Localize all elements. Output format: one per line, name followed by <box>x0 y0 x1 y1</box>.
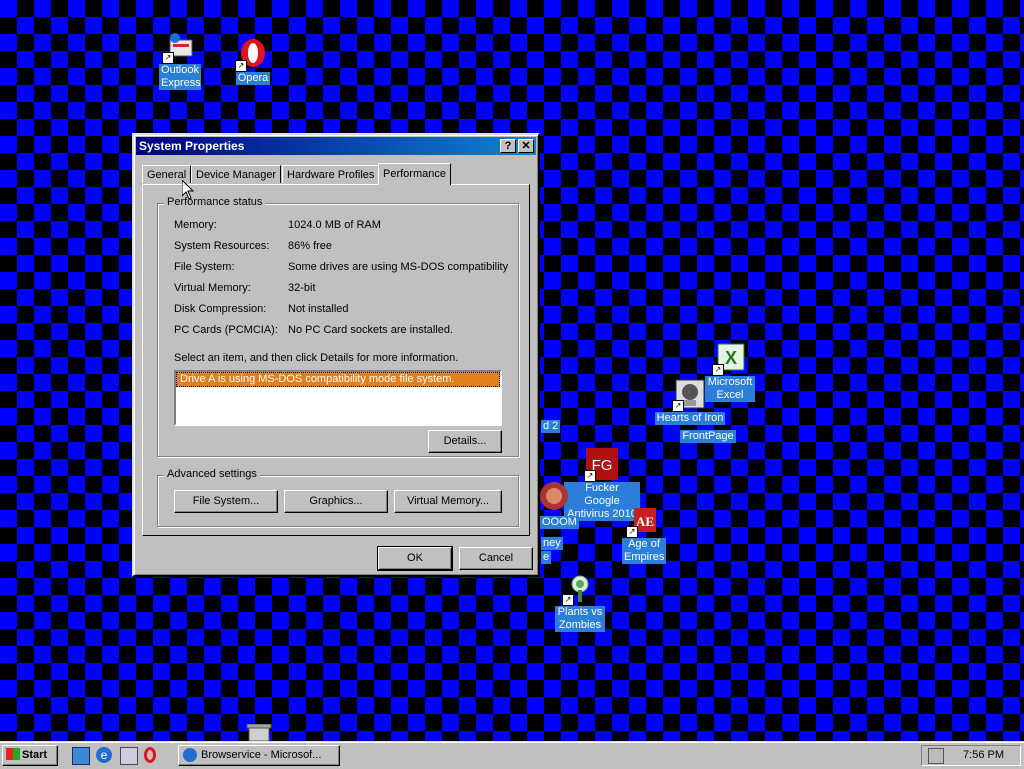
shortcut-arrow-icon: ↗ <box>712 364 724 376</box>
opera-icon[interactable] <box>144 747 156 763</box>
desktop-icon-label: Opera <box>235 72 271 85</box>
cancel-button[interactable]: Cancel <box>459 547 533 570</box>
system-tray: 7:56 PM <box>921 745 1021 766</box>
status-value: 32-bit <box>288 282 316 294</box>
desktop-icon-age-of-empires[interactable]: AE ↗ Age of Empires <box>604 504 684 564</box>
clock[interactable]: 7:56 PM <box>963 746 1004 765</box>
performance-status-group: Performance status Memory: 1024.0 MB of … <box>157 196 519 457</box>
task-label: Browservice - Microsof... <box>201 749 322 761</box>
status-value: No PC Card sockets are installed. <box>288 324 454 336</box>
tab-device-manager[interactable]: Device Manager <box>191 165 282 183</box>
plants-vs-zombies-icon: ↗ <box>562 572 596 606</box>
shortcut-arrow-icon: ↗ <box>626 526 638 538</box>
file-system-button[interactable]: File System... <box>174 490 278 513</box>
hearts-of-iron-icon: ↗ <box>672 378 706 412</box>
list-item[interactable]: Drive A is using MS-DOS compatibility mo… <box>176 372 500 387</box>
start-label: Start <box>22 749 48 761</box>
desktop-icon-plants-vs-zombies[interactable]: ↗ Plants vs Zombies <box>540 572 620 632</box>
desktop-icon-frontpage[interactable]: FrontPage <box>668 410 748 443</box>
performance-panel: Performance status Memory: 1024.0 MB of … <box>142 184 530 536</box>
status-key: File System: <box>174 261 235 273</box>
close-button[interactable]: ✕ <box>518 139 534 153</box>
desktop-icon-label: OOOM <box>540 516 579 529</box>
status-value: Not installed <box>288 303 349 315</box>
instruction-text: Select an item, and then click Details f… <box>174 352 458 364</box>
status-value: 86% free <box>288 240 333 252</box>
recycle-bin-icon[interactable] <box>246 723 272 742</box>
outlook-icon[interactable] <box>120 747 138 765</box>
status-key: Disk Compression: <box>174 303 267 315</box>
help-button[interactable]: ? <box>500 139 516 153</box>
instruction-label: Select an item, and then click Details f… <box>174 352 459 364</box>
status-value: 1024.0 MB of RAM <box>288 219 381 231</box>
desktop-icon-outlook-express[interactable]: ↗ Outlook Express <box>140 30 220 90</box>
taskbar: Start e Browservice - Microsof... 7:56 P… <box>0 741 1024 769</box>
outlook-express-icon: ↗ <box>162 30 196 64</box>
svg-text:X: X <box>725 348 737 368</box>
excel-icon: X ↗ <box>712 342 746 376</box>
shortcut-arrow-icon: ↗ <box>562 594 574 606</box>
desktop-partial-label: e <box>541 551 552 564</box>
virtual-memory-button[interactable]: Virtual Memory... <box>394 490 502 513</box>
desktop-icon-opera[interactable]: ↗ Opera <box>213 38 293 85</box>
status-value: Some drives are using MS-DOS compatibili… <box>288 261 509 273</box>
graphics-button[interactable]: Graphics... <box>284 490 388 513</box>
antivirus-icon: FG ↗ <box>584 448 618 482</box>
shortcut-arrow-icon: ↗ <box>235 60 247 72</box>
task-button-browservice[interactable]: Browservice - Microsof... <box>178 745 340 766</box>
frontpage-icon <box>692 410 724 428</box>
status-key: Memory: <box>174 219 217 231</box>
opera-icon: ↗ <box>235 38 269 72</box>
mouse-pointer-icon <box>181 178 195 203</box>
tab-performance[interactable]: Performance <box>378 163 451 185</box>
age-of-empires-icon: AE ↗ <box>626 504 660 538</box>
desktop-icon-label: Outlook Express <box>159 64 201 90</box>
windows-logo-icon <box>6 748 20 760</box>
desktop-partial-label: ney <box>541 537 563 550</box>
start-button[interactable]: Start <box>2 745 58 766</box>
group-label: Advanced settings <box>164 468 260 480</box>
svg-text:AE: AE <box>636 514 654 529</box>
status-key: PC Cards (PCMCIA): <box>174 324 278 336</box>
advanced-settings-group: Advanced settings File System... Graphic… <box>157 468 519 527</box>
group-label: Performance status <box>164 196 266 208</box>
details-listbox[interactable]: Drive A is using MS-DOS compatibility mo… <box>174 370 502 426</box>
desktop-icon-label: Age of Empires <box>622 538 666 564</box>
shortcut-arrow-icon: ↗ <box>584 470 596 482</box>
doom-icon <box>538 480 570 512</box>
ie-icon <box>183 748 197 762</box>
shortcut-arrow-icon: ↗ <box>162 52 174 64</box>
desktop-icon-label: FrontPage <box>680 430 736 443</box>
desktop-partial-label: d 2 <box>541 420 561 433</box>
ok-button[interactable]: OK <box>377 546 453 571</box>
window-title: System Properties <box>139 139 245 153</box>
ie-icon[interactable]: e <box>96 747 112 763</box>
status-key: System Resources: <box>174 240 270 252</box>
show-desktop-icon[interactable] <box>72 747 90 765</box>
title-bar[interactable]: System Properties ? ✕ <box>136 137 536 155</box>
desktop-icon-label: Plants vs Zombies <box>555 606 605 632</box>
tab-hardware-profiles[interactable]: Hardware Profiles <box>282 165 380 183</box>
status-key: Virtual Memory: <box>174 282 251 294</box>
details-button[interactable]: Details... <box>428 430 502 453</box>
network-icon[interactable] <box>928 748 944 764</box>
